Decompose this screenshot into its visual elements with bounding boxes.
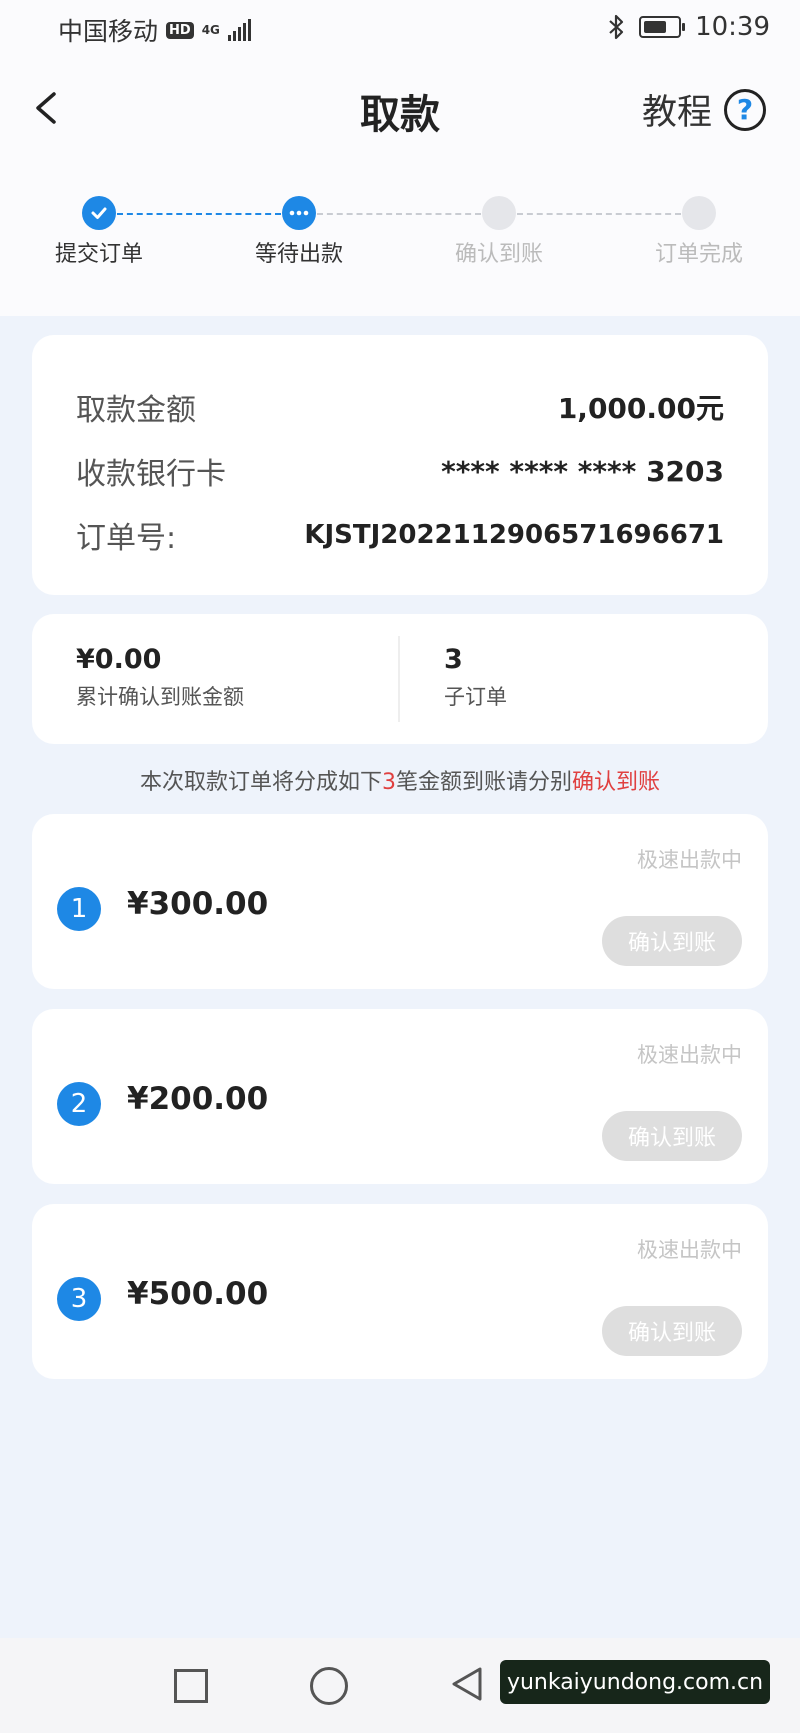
confirmed-amount-label: 累计确认到账金额: [76, 685, 244, 709]
check-icon: [82, 196, 116, 230]
order-number-value: KJSTJ2022112906571696671: [304, 520, 724, 550]
bank-card-value: **** **** **** 3203: [441, 454, 724, 488]
carrier-name: 中国移动: [58, 17, 159, 46]
tutorial-button[interactable]: 教程 ?: [642, 84, 766, 135]
step-waiting-payout: 等待出款: [239, 196, 359, 268]
help-icon: ?: [724, 88, 766, 131]
hd-badge: HD: [166, 21, 194, 39]
pending-dot-icon: [682, 196, 716, 230]
order-number-row: 订单号: KJSTJ2022112906571696671: [76, 513, 724, 557]
amount-row: 取款金额 1,000.00元: [76, 385, 724, 429]
more-dots-icon: [282, 196, 316, 230]
notice-confirm-link[interactable]: 确认到账: [572, 770, 660, 795]
sub-order-card: 极速出款中 2 ¥200.00 确认到账: [32, 1009, 768, 1184]
bank-card-row: 收款银行卡 **** **** **** 3203: [76, 449, 724, 493]
payout-status: 极速出款中: [637, 1238, 742, 1262]
amount-value: 1,000.00元: [557, 392, 724, 425]
notice-middle: 笔金额到账请分别: [395, 770, 572, 795]
step-label: 确认到账: [454, 242, 543, 267]
step-label: 订单完成: [654, 242, 743, 267]
signal-icon: [227, 19, 251, 41]
progress-steps: 提交订单 等待出款 确认到账 订单完成: [0, 190, 800, 270]
status-left: 中国移动 HD 4G: [58, 12, 251, 48]
stats-card: ¥0.00 累计确认到账金额 3 子订单: [32, 614, 768, 744]
withdrawal-summary-card: 取款金额 1,000.00元 收款银行卡 **** **** **** 3203…: [32, 335, 768, 595]
notice-prefix: 本次取款订单将分成如下: [139, 770, 382, 795]
step-confirm-receipt: 确认到账: [439, 196, 559, 268]
amount-label: 取款金额: [76, 393, 196, 428]
nav-back-button[interactable]: [450, 1666, 484, 1702]
network-type: 4G: [201, 23, 220, 37]
stats-divider: [398, 636, 400, 722]
confirmed-amount-stat: ¥0.00 累计确认到账金额: [76, 644, 244, 711]
sub-order-card: 极速出款中 1 ¥300.00 确认到账: [32, 814, 768, 989]
battery-icon: [639, 16, 686, 38]
sub-order-count: 3: [444, 644, 463, 675]
watermark: yunkaiyundong.com.cn: [500, 1660, 770, 1704]
recent-apps-button[interactable]: [174, 1669, 208, 1703]
home-button[interactable]: [310, 1667, 348, 1705]
clock: 10:39: [695, 12, 770, 42]
bank-card-label: 收款银行卡: [76, 457, 226, 492]
tutorial-label: 教程: [641, 93, 712, 133]
step-label: 等待出款: [254, 242, 343, 267]
bluetooth-icon: [609, 14, 624, 40]
split-notice: 本次取款订单将分成如下3笔金额到账请分别确认到账: [0, 764, 800, 796]
sub-order-amount: ¥200.00: [127, 1081, 269, 1117]
payout-status: 极速出款中: [637, 848, 742, 872]
step-submit-order: 提交订单: [39, 196, 159, 268]
order-number-label: 订单号:: [76, 521, 177, 556]
confirm-receipt-button[interactable]: 确认到账: [602, 1111, 742, 1161]
status-right: 10:39: [607, 12, 770, 42]
sub-order-index: 3: [57, 1277, 101, 1321]
payout-status: 极速出款中: [637, 1043, 742, 1067]
notice-count: 3: [381, 770, 396, 795]
sub-order-label: 子订单: [444, 685, 507, 709]
sub-order-amount: ¥500.00: [127, 1276, 269, 1312]
step-label: 提交订单: [54, 242, 143, 267]
nav-bar: 取款 教程 ?: [0, 70, 800, 146]
sub-order-count-stat: 3 子订单: [444, 644, 507, 711]
step-order-complete: 订单完成: [639, 196, 759, 268]
confirm-receipt-button[interactable]: 确认到账: [602, 916, 742, 966]
confirm-receipt-button[interactable]: 确认到账: [602, 1306, 742, 1356]
status-bar: 中国移动 HD 4G 10:39: [0, 0, 800, 56]
sub-order-index: 1: [57, 887, 101, 931]
sub-order-amount: ¥300.00: [127, 886, 269, 922]
sub-order-index: 2: [57, 1082, 101, 1126]
confirmed-amount: ¥0.00: [76, 644, 162, 675]
sub-order-card: 极速出款中 3 ¥500.00 确认到账: [32, 1204, 768, 1379]
pending-dot-icon: [482, 196, 516, 230]
